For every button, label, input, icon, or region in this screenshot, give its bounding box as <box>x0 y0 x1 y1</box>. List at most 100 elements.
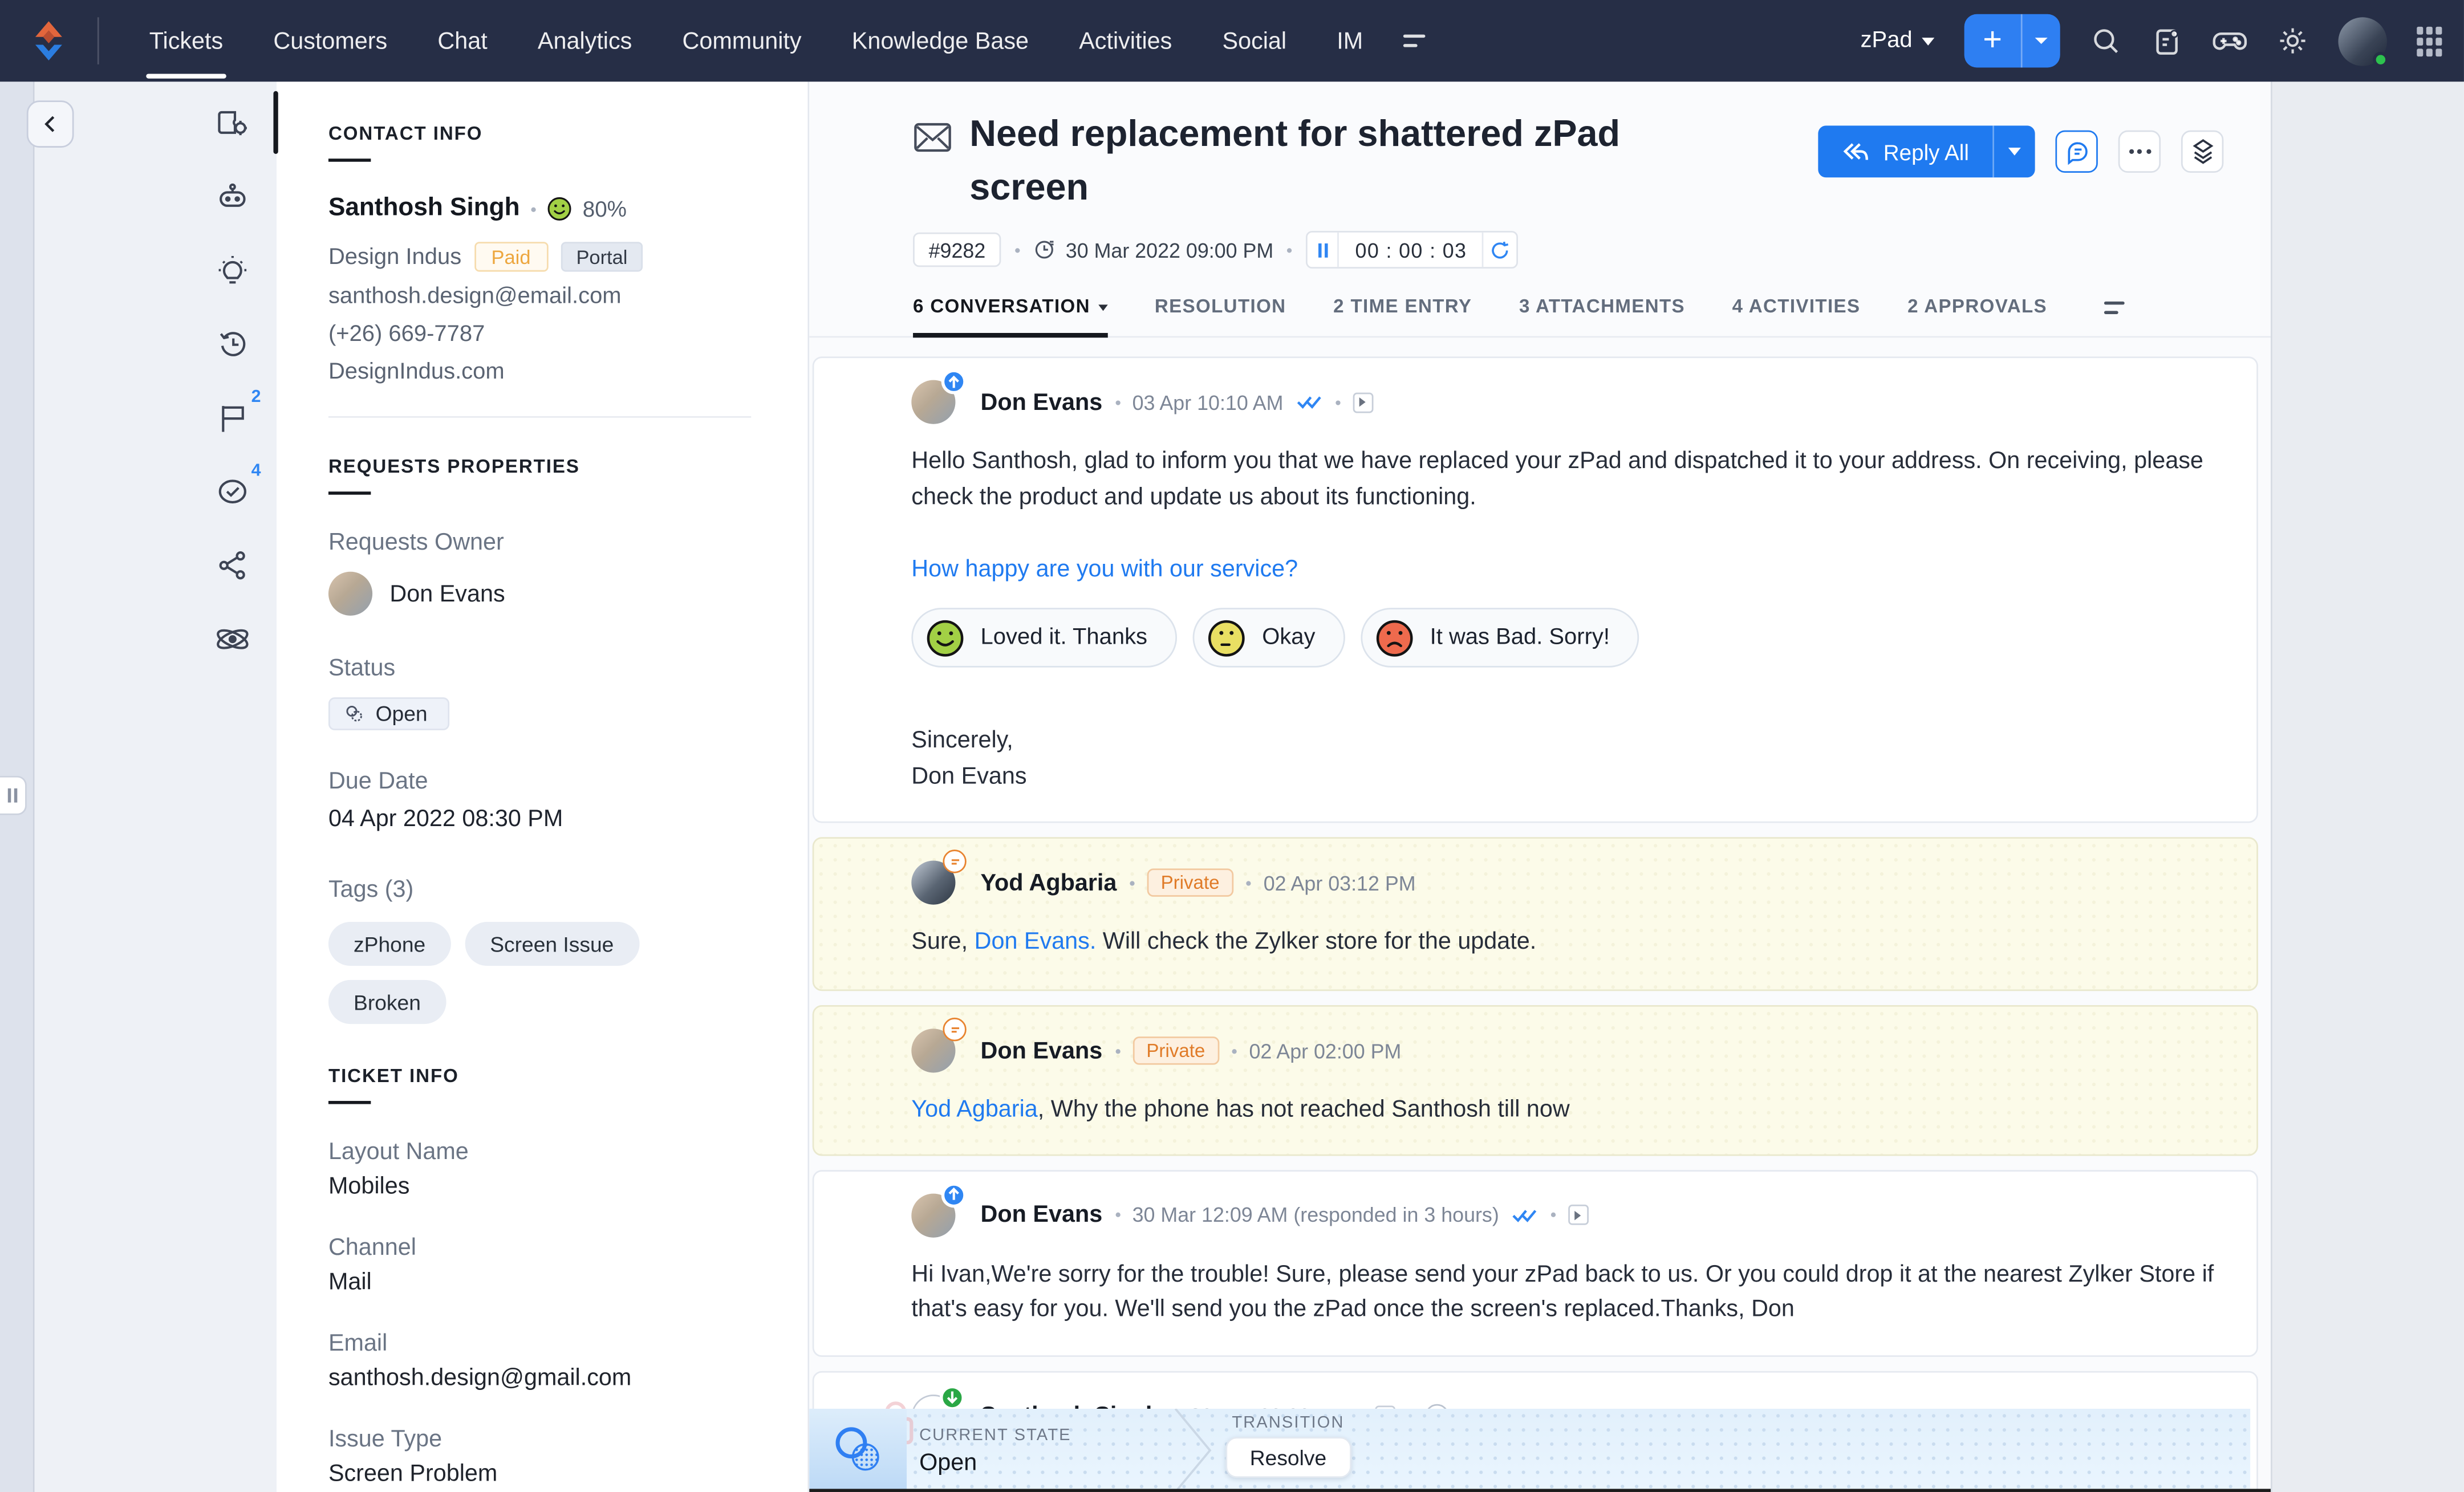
nav-more-icon[interactable] <box>1404 35 1426 47</box>
issue-type-value[interactable]: Screen Problem <box>328 1461 751 1487</box>
message-author[interactable]: Don Evans <box>981 1201 1103 1228</box>
expand-message-button[interactable] <box>1568 1205 1589 1225</box>
contact-email[interactable]: santhosh.design@email.com <box>328 284 751 310</box>
add-button[interactable]: + <box>1964 14 2021 68</box>
contact-name[interactable]: Santhosh Singh <box>328 195 520 223</box>
tab-activities[interactable]: 4 ACTIVITIES <box>1732 295 1861 336</box>
rail-item-ticket-properties[interactable] <box>214 107 251 138</box>
mention-link[interactable]: Yod Agbaria <box>911 1096 1037 1123</box>
rail-item-zia[interactable] <box>214 181 251 212</box>
message-body: Hello Santhosh, glad to inform you that … <box>911 445 2219 515</box>
status-label: Status <box>328 655 751 682</box>
check-circle-icon <box>216 476 250 507</box>
message-time: 02 Apr 03:12 PM <box>1264 871 1416 894</box>
nav-item-tickets[interactable]: Tickets <box>124 0 249 82</box>
nav-item-activities[interactable]: Activities <box>1054 0 1197 82</box>
tab-time-entry[interactable]: 2 TIME ENTRY <box>1333 295 1472 336</box>
tab-label: 6 CONVERSATION <box>913 295 1090 318</box>
rail-item-integrations[interactable] <box>214 624 251 655</box>
happy-face-icon <box>925 618 965 657</box>
happiness-percentage: 80% <box>583 196 627 221</box>
user-avatar[interactable] <box>2338 17 2386 65</box>
reply-all-button[interactable]: Reply All <box>1817 125 1992 177</box>
due-date-value[interactable]: 04 Apr 2022 08:30 PM <box>328 806 751 832</box>
survey-option-label: Loved it. Thanks <box>981 625 1147 650</box>
nav-item-community[interactable]: Community <box>657 0 826 82</box>
survey-options: Loved it. Thanks Okay <box>911 608 2219 668</box>
message-author[interactable]: Yod Agbaria <box>981 869 1117 896</box>
section-underline <box>328 491 371 495</box>
reply-all-dropdown[interactable] <box>1994 125 2035 177</box>
settings-button[interactable] <box>2277 25 2308 56</box>
private-comment-card: Don Evans Private 02 Apr 02:00 PM Yod Ag… <box>813 1005 2258 1155</box>
nav-item-social[interactable]: Social <box>1197 0 1312 82</box>
apps-grid-icon[interactable] <box>2417 26 2442 55</box>
search-button[interactable] <box>2090 25 2121 56</box>
approvals-count-badge: 4 <box>251 462 261 481</box>
email-value[interactable]: santhosh.design@gmail.com <box>328 1365 751 1392</box>
tag-pill[interactable]: Broken <box>328 980 446 1024</box>
chevron-left-icon <box>41 115 60 133</box>
tabs-more-icon[interactable] <box>2104 302 2124 314</box>
release-notes-button[interactable] <box>2152 25 2183 56</box>
tab-conversation[interactable]: 6 CONVERSATION <box>913 295 1107 336</box>
tab-resolution[interactable]: RESOLUTION <box>1155 295 1286 336</box>
avatar <box>911 1028 955 1072</box>
comment-button[interactable] <box>2055 131 2097 173</box>
status-chip[interactable]: Open <box>328 697 449 730</box>
message-signature: Sincerely, Don Evans <box>911 724 2219 795</box>
tag-pill[interactable]: Screen Issue <box>465 922 639 966</box>
nav-item-chat[interactable]: Chat <box>412 0 513 82</box>
back-button[interactable] <box>27 100 74 148</box>
mention-link[interactable]: Don Evans. <box>975 928 1097 955</box>
nav-item-im[interactable]: IM <box>1312 0 1388 82</box>
split-merge-button[interactable] <box>2181 131 2223 173</box>
nav-item-knowledge-base[interactable]: Knowledge Base <box>827 0 1054 82</box>
nav-item-customers[interactable]: Customers <box>248 0 412 82</box>
brand-logo[interactable] <box>0 17 98 64</box>
channel-value[interactable]: Mail <box>328 1269 751 1296</box>
created-date-text: 30 Mar 2022 09:00 PM <box>1066 238 1273 261</box>
account-name[interactable]: Design Indus <box>328 244 461 269</box>
survey-okay-button[interactable]: Okay <box>1193 608 1345 668</box>
ticket-id-chip[interactable]: #9282 <box>913 233 1001 267</box>
private-comment-card: Yod Agbaria Private 02 Apr 03:12 PM Sure… <box>813 837 2258 991</box>
neutral-face-icon <box>1207 618 1247 657</box>
add-dropdown-button[interactable] <box>2023 14 2060 68</box>
rail-item-history[interactable] <box>214 328 251 360</box>
survey-question-link[interactable]: How happy are you with our service? <box>911 556 2219 583</box>
contact-phone[interactable]: (+26) 669-7787 <box>328 322 751 347</box>
message-header: Don Evans 03 Apr 10:10 AM <box>911 380 2219 424</box>
message-author[interactable]: Don Evans <box>981 1037 1103 1064</box>
transition-label: TRANSITION <box>1232 1413 1344 1432</box>
gamescope-button[interactable] <box>2213 25 2247 56</box>
contact-website[interactable]: DesignIndus.com <box>328 360 751 385</box>
rail-item-share[interactable] <box>214 550 251 581</box>
company-row: Design Indus Paid Portal <box>328 242 751 271</box>
nav-divider <box>98 17 99 64</box>
status-tag-icon <box>344 704 364 724</box>
department-selector[interactable]: zPad <box>1861 29 1935 54</box>
message-card: Don Evans 30 Mar 12:09 AM (responded in … <box>813 1169 2258 1356</box>
avatar <box>911 380 955 424</box>
requests-owner-row[interactable]: Don Evans <box>328 572 751 616</box>
nav-item-analytics[interactable]: Analytics <box>513 0 657 82</box>
timer-pause-button[interactable] <box>1308 233 1339 267</box>
panel-resize-handle[interactable] <box>0 776 27 815</box>
expand-message-button[interactable] <box>1353 392 1373 412</box>
more-actions-button[interactable] <box>2118 131 2161 173</box>
timer-reset-button[interactable] <box>1483 233 1517 267</box>
tag-pill[interactable]: zPhone <box>328 922 450 966</box>
message-author[interactable]: Don Evans <box>981 389 1103 416</box>
rail-item-approvals[interactable]: 4 <box>214 476 251 507</box>
survey-bad-button[interactable]: It was Bad. Sorry! <box>1361 608 1639 668</box>
survey-loved-it-button[interactable]: Loved it. Thanks <box>911 608 1177 668</box>
resolve-transition-button[interactable]: Resolve <box>1225 1437 1351 1478</box>
tab-attachments[interactable]: 3 ATTACHMENTS <box>1519 295 1685 336</box>
layout-name-value[interactable]: Mobiles <box>328 1173 751 1200</box>
tab-approvals[interactable]: 2 APPROVALS <box>1907 295 2047 336</box>
dot-separator <box>1129 880 1134 885</box>
message-body: Yod Agbaria, Why the phone has not reach… <box>911 1093 2219 1128</box>
rail-item-suggestions[interactable] <box>214 254 251 286</box>
rail-item-follow[interactable]: 2 <box>214 402 251 433</box>
